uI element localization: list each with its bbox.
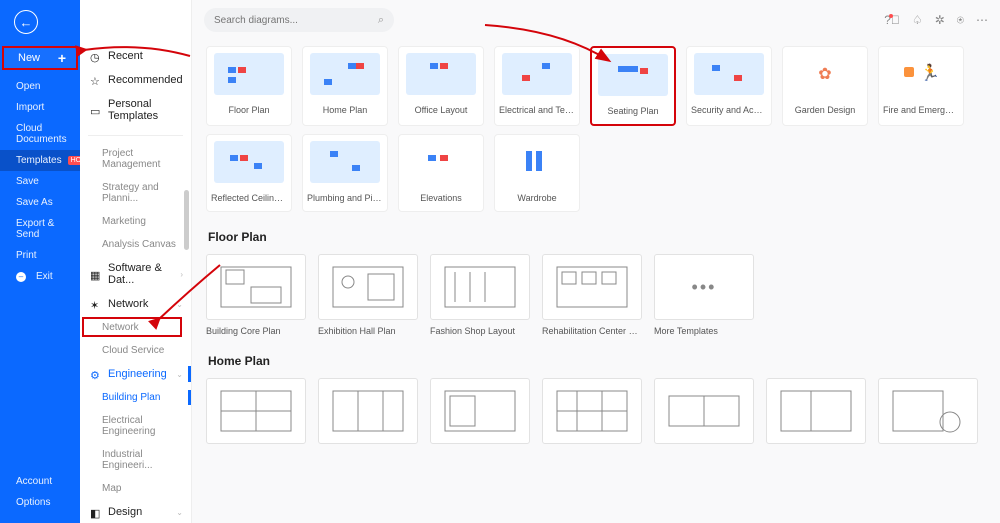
menu-import[interactable]: Import <box>0 97 80 118</box>
plus-icon: + <box>58 50 66 66</box>
cat-recommended[interactable]: ☆Recommended <box>80 68 191 92</box>
cat-software[interactable]: ▦Software & Dat...› <box>80 256 191 292</box>
tile-office-layout[interactable]: Office Layout <box>398 46 484 126</box>
content: Floor Plan Home Plan Office Layout Elect… <box>192 40 1000 523</box>
menu-saveas[interactable]: Save As <box>0 192 80 213</box>
tiles-row-2: Reflected Ceiling Plan Plumbing and Pipi… <box>206 134 986 212</box>
plan-home-7[interactable] <box>878 378 978 450</box>
tile-plumbing[interactable]: Plumbing and Piping ... <box>302 134 388 212</box>
menu-cloud[interactable]: Cloud Documents <box>0 118 80 150</box>
top-icons: ?⃝ ♤ ✲ ⍟ ⋯ <box>880 13 988 28</box>
tile-wardrobe[interactable]: Wardrobe <box>494 134 580 212</box>
search-box[interactable]: ⌕ <box>204 8 394 32</box>
cat-cloud[interactable]: Cloud Service <box>80 339 191 362</box>
category-scrollbar[interactable] <box>184 50 189 250</box>
plans-home <box>206 378 986 450</box>
net-icon: ✶ <box>90 299 100 309</box>
menu-save[interactable]: Save <box>0 171 80 192</box>
chevron-down-icon: ⌄ <box>176 370 183 379</box>
tiles-row-1: Floor Plan Home Plan Office Layout Elect… <box>206 46 986 126</box>
plans-floor: Building Core Plan Exhibition Hall Plan … <box>206 254 986 336</box>
tile-electrical[interactable]: Electrical and Telecom... <box>494 46 580 126</box>
chevron-down-icon: ⌄ <box>176 508 183 517</box>
plan-home-1[interactable] <box>206 378 306 450</box>
plan-building-core[interactable]: Building Core Plan <box>206 254 306 336</box>
new-label: New <box>18 52 40 64</box>
search-icon: ⌕ <box>378 14 384 27</box>
back-button[interactable]: ← <box>14 10 38 34</box>
plan-home-6[interactable] <box>766 378 866 450</box>
menu-print[interactable]: Print <box>0 245 80 266</box>
menu-options[interactable]: Options <box>0 492 80 513</box>
search-input[interactable] <box>214 15 364 26</box>
chevron-down-icon: ⌄ <box>176 300 183 309</box>
more-icon: ••• <box>692 277 717 298</box>
help-icon[interactable]: ?⃝ <box>880 13 900 27</box>
cat-design[interactable]: ◧Design⌄ <box>80 500 191 523</box>
chip-icon: ▦ <box>90 269 100 279</box>
cat-network-sub[interactable]: Network <box>80 316 191 339</box>
tile-floor-plan[interactable]: Floor Plan <box>206 46 292 126</box>
plan-home-5[interactable] <box>654 378 754 450</box>
plan-home-2[interactable] <box>318 378 418 450</box>
cat-ee[interactable]: Electrical Engineering <box>80 409 191 443</box>
tile-seating-plan[interactable]: Seating Plan <box>590 46 676 126</box>
sidebar-menu: Open Import Cloud Documents TemplatesHOT… <box>0 70 80 287</box>
bell-icon[interactable]: ♤ <box>912 13 923 27</box>
category-panel: ◷Recent ☆Recommended ▭Personal Templates… <box>80 0 192 523</box>
cat-analysis[interactable]: Analysis Canvas <box>80 233 191 256</box>
plan-exhibition[interactable]: Exhibition Hall Plan <box>318 254 418 336</box>
plan-fashion[interactable]: Fashion Shop Layout <box>430 254 530 336</box>
tile-ceiling[interactable]: Reflected Ceiling Plan <box>206 134 292 212</box>
plan-rehab[interactable]: Rehabilitation Center Floor Pl... <box>542 254 642 336</box>
menu-templates[interactable]: TemplatesHOT <box>0 150 80 171</box>
cat-network[interactable]: ✶Network⌄ <box>80 292 191 316</box>
cat-strategy[interactable]: Strategy and Planni... <box>80 176 191 210</box>
cat-building-plan[interactable]: Building Plan <box>80 386 191 409</box>
plan-more[interactable]: •••More Templates <box>654 254 754 336</box>
tile-security[interactable]: Security and Access Pl... <box>686 46 772 126</box>
settings-icon[interactable]: ✲ <box>935 13 945 27</box>
cat-marketing[interactable]: Marketing <box>80 210 191 233</box>
tile-fire[interactable]: 🏃Fire and Emergency Pl... <box>878 46 964 126</box>
cat-ind[interactable]: Industrial Engineeri... <box>80 443 191 477</box>
plan-home-4[interactable] <box>542 378 642 450</box>
topbar: ⌕ ?⃝ ♤ ✲ ⍟ ⋯ <box>192 0 1000 40</box>
main-area: ⌕ ?⃝ ♤ ✲ ⍟ ⋯ Floor Plan Home Plan Office… <box>192 0 1000 523</box>
section-title-home: Home Plan <box>208 354 986 368</box>
exit-icon: – <box>16 272 26 282</box>
design-icon: ◧ <box>90 507 100 517</box>
new-button[interactable]: New + <box>2 46 78 70</box>
menu-open[interactable]: Open <box>0 76 80 97</box>
tile-elevations[interactable]: Elevations <box>398 134 484 212</box>
plan-home-3[interactable] <box>430 378 530 450</box>
folder-icon: ▭ <box>90 105 100 115</box>
chevron-right-icon: › <box>180 270 183 279</box>
section-title-floor: Floor Plan <box>208 230 986 244</box>
cat-map[interactable]: Map <box>80 477 191 500</box>
cat-personal[interactable]: ▭Personal Templates <box>80 92 191 128</box>
cat-pm[interactable]: Project Management <box>80 142 191 176</box>
sidebar-left: ← New + Open Import Cloud Documents Temp… <box>0 0 80 523</box>
cat-engineering[interactable]: ⚙Engineering⌄ <box>80 362 191 386</box>
menu-icon[interactable]: ⋯ <box>976 13 988 27</box>
tile-garden[interactable]: ✿Garden Design <box>782 46 868 126</box>
gear-icon: ⚙ <box>90 369 100 379</box>
star-icon: ☆ <box>90 75 100 85</box>
menu-export[interactable]: Export & Send <box>0 213 80 245</box>
tile-home-plan[interactable]: Home Plan <box>302 46 388 126</box>
sidebar-bottom: Account Options <box>0 471 80 523</box>
cat-recent[interactable]: ◷Recent <box>80 44 191 68</box>
menu-account[interactable]: Account <box>0 471 80 492</box>
clock-icon: ◷ <box>90 51 100 61</box>
menu-exit[interactable]: –Exit <box>0 266 80 287</box>
user-icon[interactable]: ⍟ <box>957 13 964 28</box>
